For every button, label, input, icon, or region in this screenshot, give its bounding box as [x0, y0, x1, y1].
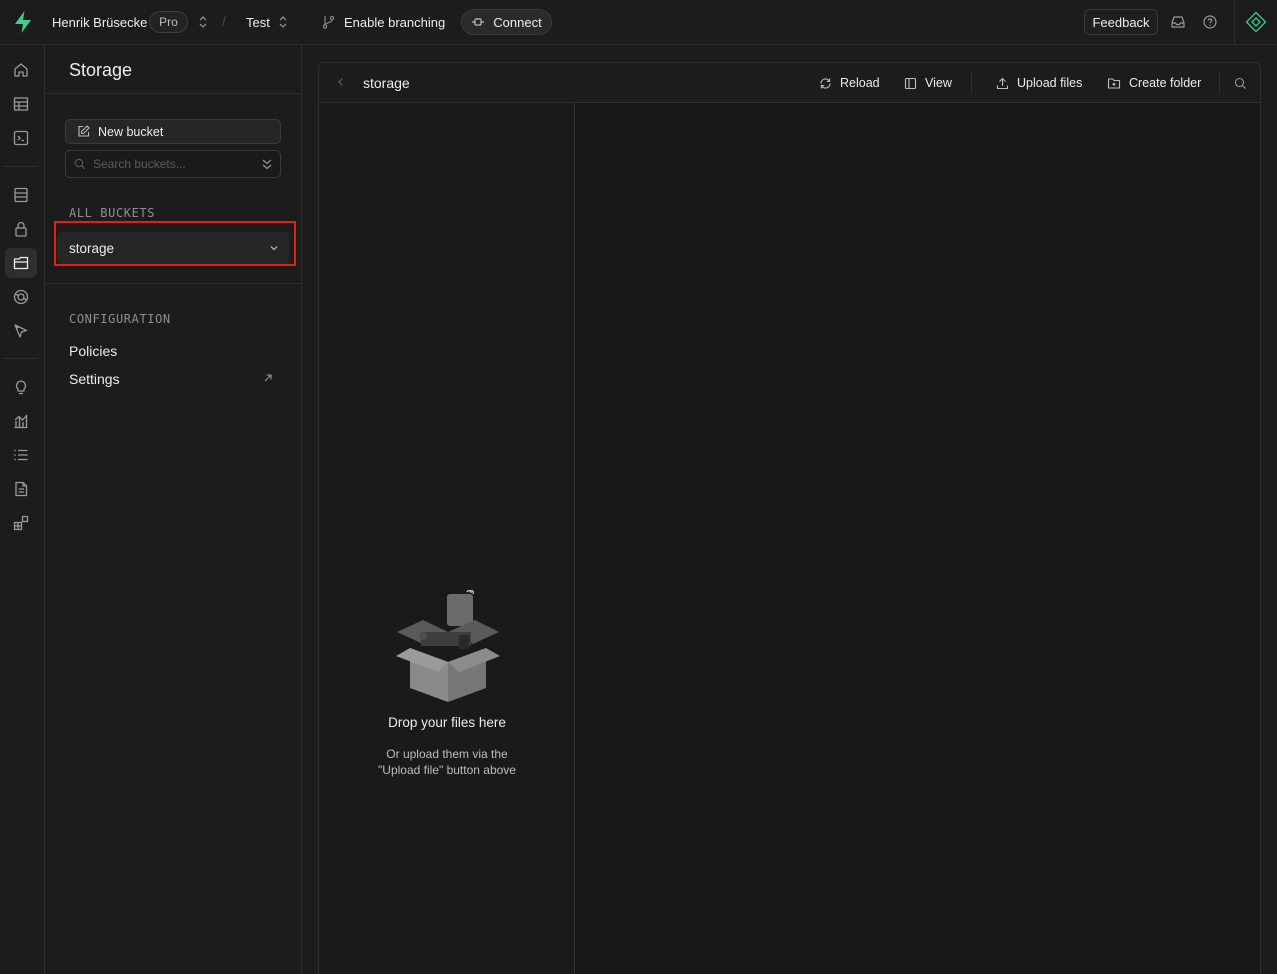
file-explorer: storage Reload View Upload files Create … [318, 62, 1261, 974]
external-link-icon [264, 374, 272, 382]
search-icon[interactable] [1234, 77, 1247, 90]
upload-files-label: Upload files [1017, 76, 1083, 90]
bucket-name: storage [69, 240, 115, 256]
help-icon[interactable] [1202, 14, 1218, 30]
sidebar-divider [45, 283, 301, 284]
logs-icon[interactable] [5, 440, 37, 470]
reload-icon [820, 77, 831, 89]
topbar-divider [1234, 0, 1235, 44]
edit-icon [78, 125, 90, 137]
breadcrumb-separator: / [222, 13, 226, 29]
org-name[interactable]: Henrik Brüsecke [52, 0, 147, 44]
enable-branching-label: Enable branching [344, 14, 446, 30]
reload-label: Reload [840, 76, 880, 90]
supabase-logo-icon[interactable] [12, 10, 34, 34]
drop-subtitle-line: Or upload them via the [386, 747, 508, 761]
search-buckets-field[interactable] [65, 150, 281, 178]
sql-editor-icon[interactable] [5, 123, 37, 153]
org-switcher-chevron-icon[interactable] [198, 15, 208, 29]
header-divider [1219, 72, 1220, 94]
project-switcher-chevron-icon[interactable] [278, 15, 288, 29]
api-docs-icon[interactable] [5, 474, 37, 504]
advisors-icon[interactable] [5, 372, 37, 402]
sort-icon[interactable] [260, 157, 274, 171]
bucket-item-storage[interactable]: storage [57, 232, 289, 264]
git-branch-icon [322, 15, 335, 29]
home-icon[interactable] [5, 55, 37, 85]
upload-icon [996, 77, 1009, 89]
enable-branching-button[interactable]: Enable branching [322, 0, 445, 44]
rail-separator [4, 358, 38, 359]
configuration-heading: CONFIGURATION [69, 312, 171, 326]
table-editor-icon[interactable] [5, 89, 37, 119]
plan-badge: Pro [149, 11, 188, 33]
connect-button[interactable]: Connect [461, 9, 552, 35]
drop-subtitle-line: "Upload file" button above [378, 763, 516, 777]
inbox-icon[interactable] [1170, 14, 1186, 30]
sidebar-divider [45, 93, 301, 94]
storage-sidebar: Storage New bucket ALL BUCKETS storage C… [45, 45, 302, 974]
settings-link[interactable]: Settings [69, 371, 120, 387]
sidebar-title: Storage [69, 60, 133, 80]
realtime-icon[interactable] [5, 316, 37, 346]
new-bucket-button[interactable]: New bucket [65, 119, 281, 144]
project-name[interactable]: Test [246, 0, 270, 44]
top-bar: Henrik Brüsecke Pro / Test Enable branch… [0, 0, 1277, 45]
storage-icon[interactable] [5, 248, 37, 278]
integrations-icon[interactable] [5, 508, 37, 538]
drop-title: Drop your files here [388, 715, 506, 730]
header-divider [971, 72, 972, 94]
upload-files-button[interactable]: Upload files [996, 63, 1082, 103]
search-buckets-input[interactable] [93, 157, 253, 171]
empty-box-illustration [396, 590, 500, 702]
create-folder-label: Create folder [1129, 76, 1202, 90]
edge-functions-icon[interactable] [5, 282, 37, 312]
folder-plus-icon [1107, 77, 1121, 89]
columns-icon [904, 77, 917, 89]
feedback-button[interactable]: Feedback [1084, 9, 1158, 35]
rail-separator [4, 166, 38, 167]
database-icon[interactable] [5, 180, 37, 210]
assistant-icon[interactable] [1245, 11, 1267, 33]
policies-link[interactable]: Policies [69, 343, 117, 359]
view-label: View [925, 76, 952, 90]
explorer-header: storage Reload View Upload files Create … [319, 63, 1260, 103]
drop-subtitle: Or upload them via the "Upload file" but… [319, 746, 575, 778]
reports-icon[interactable] [5, 406, 37, 436]
all-buckets-heading: ALL BUCKETS [69, 206, 156, 220]
new-bucket-label: New bucket [98, 124, 164, 139]
back-chevron-icon[interactable] [336, 76, 346, 88]
view-button[interactable]: View [904, 63, 952, 103]
navigation-rail [0, 45, 45, 974]
connect-label: Connect [493, 14, 542, 30]
create-folder-button[interactable]: Create folder [1107, 63, 1201, 103]
file-column[interactable]: Drop your files here Or upload them via … [319, 103, 575, 974]
plug-icon [472, 18, 485, 26]
search-icon [74, 158, 86, 170]
authentication-icon[interactable] [5, 214, 37, 244]
reload-button[interactable]: Reload [819, 63, 880, 103]
explorer-title: storage [363, 75, 410, 91]
chevron-down-icon[interactable] [269, 243, 279, 253]
